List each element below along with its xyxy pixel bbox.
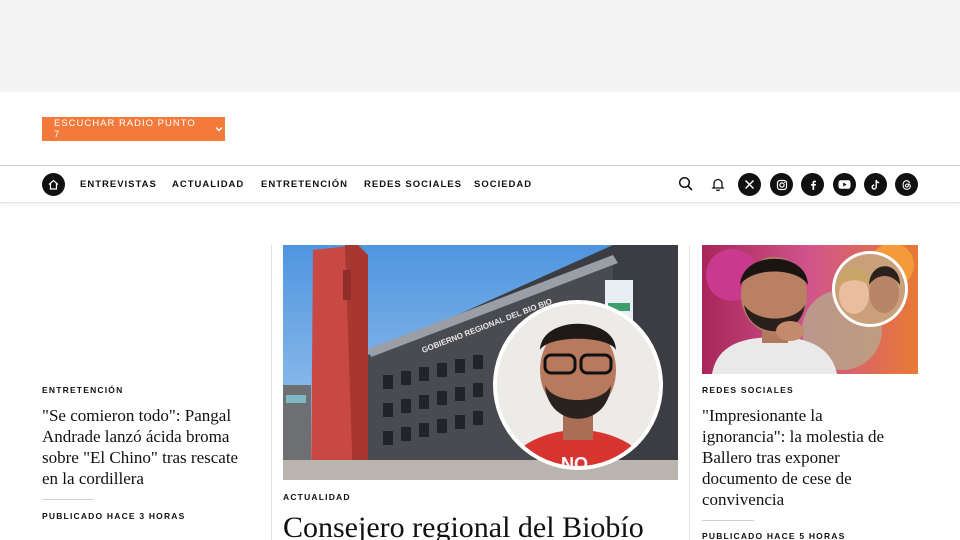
main-navigation: ENTREVISTAS ACTUALIDAD ENTRETENCIÓN REDE… bbox=[0, 165, 960, 203]
article-category[interactable]: ACTUALIDAD bbox=[283, 492, 351, 502]
ad-banner-area bbox=[0, 0, 960, 92]
article-published-time: PUBLICADO HACE 5 HORAS bbox=[702, 531, 846, 540]
article-image-ballero[interactable] bbox=[702, 245, 918, 374]
headline-rule bbox=[42, 499, 94, 500]
facebook-icon[interactable] bbox=[801, 173, 824, 196]
column-divider bbox=[689, 245, 690, 540]
threads-icon[interactable] bbox=[895, 173, 918, 196]
home-button[interactable] bbox=[42, 173, 65, 196]
youtube-icon[interactable] bbox=[833, 173, 856, 196]
chevron-down-icon bbox=[215, 127, 223, 132]
article-image-building[interactable]: GOBIERNO REGIONAL DEL BIO BIO NO bbox=[283, 245, 678, 480]
headline-rule bbox=[702, 520, 754, 521]
nav-link-entretencion[interactable]: ENTRETENCIÓN bbox=[261, 179, 348, 190]
article-category[interactable]: ENTRETENCIÓN bbox=[42, 385, 123, 395]
article-headline[interactable]: "Impresionante la ignorancia": la molest… bbox=[702, 405, 907, 510]
x-icon[interactable] bbox=[738, 173, 761, 196]
article-published-time: PUBLICADO HACE 3 HORAS bbox=[42, 511, 186, 521]
column-divider bbox=[271, 245, 272, 540]
nav-link-actualidad[interactable]: ACTUALIDAD bbox=[172, 179, 244, 190]
nav-link-entrevistas[interactable]: ENTREVISTAS bbox=[80, 179, 157, 190]
search-icon[interactable] bbox=[678, 176, 694, 192]
listen-radio-button[interactable]: ESCUCHAR RADIO PUNTO 7 bbox=[42, 117, 225, 141]
article-headline[interactable]: "Se comieron todo": Pangal Andrade lanzó… bbox=[42, 405, 257, 489]
instagram-icon[interactable] bbox=[770, 173, 793, 196]
home-icon bbox=[48, 179, 59, 190]
article-category[interactable]: REDES SOCIALES bbox=[702, 385, 794, 395]
nav-link-redes-sociales[interactable]: REDES SOCIALES bbox=[364, 179, 462, 190]
nav-link-sociedad[interactable]: SOCIEDAD bbox=[474, 179, 532, 190]
bell-icon[interactable] bbox=[710, 176, 726, 192]
listen-radio-label: ESCUCHAR RADIO PUNTO 7 bbox=[54, 118, 196, 140]
tiktok-icon[interactable] bbox=[864, 173, 887, 196]
article-headline[interactable]: Consejero regional del Biobío bbox=[283, 511, 644, 540]
